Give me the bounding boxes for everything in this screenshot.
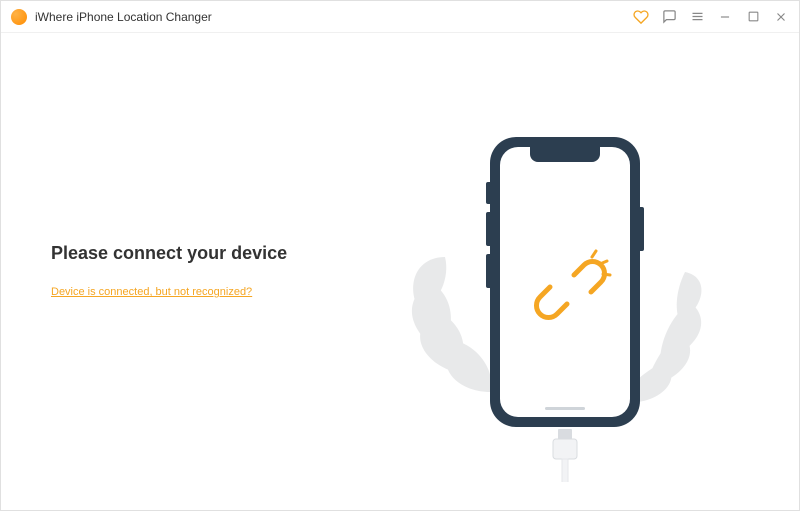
heart-icon[interactable] bbox=[633, 9, 649, 25]
lightning-cable-icon bbox=[553, 429, 577, 482]
app-title: iWhere iPhone Location Changer bbox=[35, 10, 633, 24]
app-logo-icon bbox=[11, 9, 27, 25]
app-window: iWhere iPhone Location Changer bbox=[0, 0, 800, 511]
connect-heading: Please connect your device bbox=[51, 243, 341, 264]
help-link[interactable]: Device is connected, but not recognized? bbox=[51, 286, 252, 298]
close-icon[interactable] bbox=[773, 9, 789, 25]
phone-icon bbox=[486, 137, 644, 427]
feedback-icon[interactable] bbox=[661, 9, 677, 25]
connect-device-illustration bbox=[360, 62, 740, 482]
minimize-icon[interactable] bbox=[717, 9, 733, 25]
menu-icon[interactable] bbox=[689, 9, 705, 25]
content-area: Please connect your device Device is con… bbox=[1, 33, 799, 510]
titlebar-controls bbox=[633, 9, 789, 25]
titlebar: iWhere iPhone Location Changer bbox=[1, 1, 799, 33]
maximize-icon[interactable] bbox=[745, 9, 761, 25]
right-panel bbox=[341, 33, 759, 510]
left-panel: Please connect your device Device is con… bbox=[41, 243, 341, 300]
